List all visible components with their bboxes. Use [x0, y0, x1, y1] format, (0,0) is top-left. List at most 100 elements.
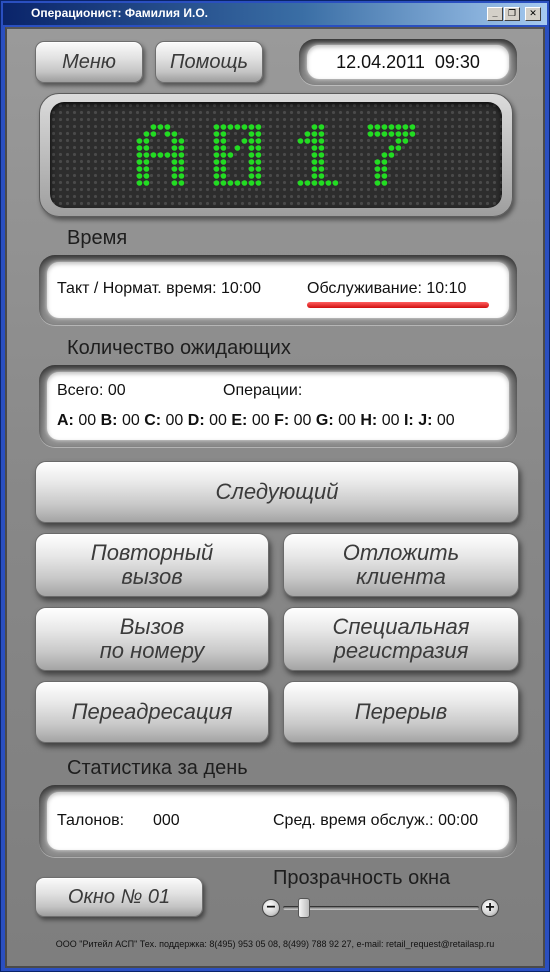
led-dot	[381, 131, 388, 137]
led-dot	[374, 180, 381, 186]
next-client-button[interactable]: Следующий	[35, 461, 519, 523]
led-ticket-number	[136, 124, 416, 186]
led-dot	[388, 145, 395, 151]
transparency-increase-button[interactable]: +	[481, 899, 499, 917]
led-dot	[304, 180, 311, 186]
special-registration-button[interactable]: Специальная регистразия	[283, 607, 519, 671]
led-dot	[213, 180, 220, 186]
repeat-call-button[interactable]: Повторный вызов	[35, 533, 269, 597]
led-dot	[220, 152, 227, 158]
postpone-client-label-2: клиента	[356, 564, 446, 589]
title-bar[interactable]: Операционист: Фамилия И.О. _ ❐ ✕	[3, 3, 547, 25]
transparency-slider-track[interactable]	[283, 906, 479, 910]
restore-button[interactable]: ❐	[504, 7, 520, 21]
led-dot	[241, 138, 248, 144]
queue-count-G: G: 00	[315, 412, 356, 429]
led-dot	[171, 138, 178, 144]
led-dot	[227, 152, 234, 158]
led-dot	[248, 138, 255, 144]
led-dot	[178, 152, 185, 158]
window-number-button[interactable]: Окно № 01	[35, 877, 203, 917]
datetime-display: 12.04.2011 09:30	[336, 51, 480, 72]
special-registration-label-1: Специальная	[332, 614, 470, 639]
led-dot	[248, 166, 255, 172]
led-dot	[381, 124, 388, 130]
led-dot	[136, 138, 143, 144]
led-dot	[402, 124, 409, 130]
led-dot	[178, 166, 185, 172]
ticket-display-frame	[39, 93, 513, 217]
led-dot	[311, 145, 318, 151]
queue-panel: Всего: 00 Операции: A: 00 B: 00 C: 00 D:…	[47, 372, 509, 440]
led-dot	[171, 166, 178, 172]
stats-frame: Талонов: 000 Сред. время обслуж.: 00:00	[39, 785, 517, 857]
window-title: Операционист: Фамилия И.О.	[31, 6, 208, 20]
redirect-button[interactable]: Переадресация	[35, 681, 269, 743]
led-dot	[178, 159, 185, 165]
led-dot	[220, 180, 227, 186]
led-dot	[220, 166, 227, 172]
call-by-number-label-2: по номеру	[99, 638, 205, 663]
led-dot	[388, 152, 395, 158]
led-dot	[136, 159, 143, 165]
led-dot	[318, 166, 325, 172]
led-dot	[143, 166, 150, 172]
time-section-label: Время	[67, 227, 128, 249]
menu-button[interactable]: Меню	[35, 41, 143, 83]
transparency-decrease-button[interactable]: −	[262, 899, 280, 917]
led-dot	[171, 180, 178, 186]
transparency-slider-thumb[interactable]	[298, 898, 311, 918]
led-dot	[381, 166, 388, 172]
led-dot	[304, 138, 311, 144]
led-dot	[171, 152, 178, 158]
postpone-client-button[interactable]: Отложить клиента	[283, 533, 519, 597]
repeat-call-label-2: вызов	[121, 564, 183, 589]
led-dot	[318, 159, 325, 165]
led-dot	[402, 131, 409, 137]
led-dot	[171, 145, 178, 151]
led-dot	[395, 124, 402, 130]
close-button[interactable]: ✕	[525, 7, 541, 21]
led-dot	[213, 173, 220, 179]
led-dot	[374, 166, 381, 172]
queue-count-C: C: 00	[144, 412, 184, 429]
operator-panel: Меню Помощь 12.04.2011 09:30 Время Такт …	[5, 27, 545, 968]
led-dot	[248, 145, 255, 151]
led-dot	[409, 131, 416, 137]
break-button[interactable]: Перерыв	[283, 681, 519, 743]
stats-section-label: Статистика за день	[67, 757, 248, 779]
led-dot	[143, 180, 150, 186]
queue-count-D: D: 00	[187, 412, 227, 429]
led-dot	[234, 124, 241, 130]
led-dot	[318, 138, 325, 144]
led-dot	[318, 173, 325, 179]
led-dot	[367, 131, 374, 137]
led-dot	[374, 131, 381, 137]
led-dot	[311, 152, 318, 158]
led-dot	[311, 131, 318, 137]
led-dot	[255, 159, 262, 165]
led-dot	[136, 152, 143, 158]
ticket-display	[50, 102, 502, 208]
led-dot	[143, 173, 150, 179]
special-registration-label-2: регистразия	[333, 638, 469, 663]
led-dot	[255, 166, 262, 172]
queue-count-F: F: 00	[274, 412, 312, 429]
led-dot	[220, 138, 227, 144]
time-panel: Такт / Нормат. время: 10:00 Обслуживание…	[47, 262, 509, 318]
tickets-label: Талонов:	[57, 812, 125, 829]
led-dot	[234, 145, 241, 151]
led-dot	[234, 180, 241, 186]
led-dot	[311, 173, 318, 179]
led-dot	[136, 166, 143, 172]
led-dot	[178, 145, 185, 151]
led-dot	[213, 159, 220, 165]
call-by-number-button[interactable]: Вызов по номеру	[35, 607, 269, 671]
led-dot	[395, 145, 402, 151]
queue-count-I: I:	[403, 412, 414, 429]
minimize-button[interactable]: _	[487, 7, 503, 21]
led-dot	[381, 152, 388, 158]
tickets-count: 000	[153, 812, 180, 829]
help-button[interactable]: Помощь	[155, 41, 263, 83]
led-dot	[164, 152, 171, 158]
